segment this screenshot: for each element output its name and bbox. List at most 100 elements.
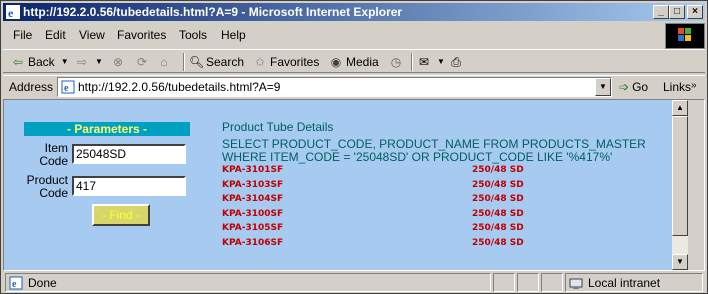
mail-button[interactable]: ✉ ▼: [417, 54, 448, 70]
menu-tools[interactable]: Tools: [179, 28, 207, 42]
home-icon: ⌂: [160, 55, 168, 69]
ie-logo-icon: e: [6, 5, 20, 19]
window-title: http://192.2.0.56/tubedetails.html?A=9 -…: [23, 5, 403, 19]
status-cell-empty-3: [541, 273, 563, 292]
back-button[interactable]: ⇦ Back ▼: [11, 54, 72, 70]
history-button[interactable]: ◷: [389, 54, 403, 70]
product-code-input[interactable]: [72, 176, 186, 196]
result-row: KPA-3101SF 250/48 SD: [222, 164, 562, 179]
toolbar-separator: [183, 53, 185, 71]
search-label: Search: [206, 55, 245, 69]
product-code-cell: KPA-3103SF: [222, 179, 284, 190]
result-row: KPA-3105SF 250/48 SD: [222, 222, 562, 237]
product-code-cell: KPA-3106SF: [222, 237, 284, 248]
chevron-right-icon[interactable]: »: [691, 80, 697, 91]
go-button[interactable]: ➩ Go: [619, 80, 648, 94]
product-code-cell: KPA-3105SF: [222, 223, 284, 233]
web-page: - Parameters - Item Code Product Code - …: [4, 100, 688, 270]
product-name-cell: 250/48 SD: [472, 237, 524, 248]
product-code-cell: KPA-3101SF: [222, 165, 284, 175]
refresh-button[interactable]: ⟳: [135, 54, 149, 70]
status-text: Done: [28, 276, 57, 290]
stop-button[interactable]: ⊗: [111, 54, 125, 70]
star-icon: ✩: [254, 55, 266, 69]
find-label: Find: [109, 208, 133, 222]
content-viewport: - Parameters - Item Code Product Code - …: [3, 99, 705, 271]
menu-favorites[interactable]: Favorites: [117, 28, 166, 42]
results-sql: SELECT PRODUCT_CODE, PRODUCT_NAME FROM P…: [222, 137, 646, 164]
zone-text: Local intranet: [588, 276, 661, 290]
product-name-cell: 250/48 SD: [472, 223, 524, 233]
product-code-label: Product Code: [24, 174, 68, 200]
product-name-cell: 250/48 SD: [472, 194, 524, 204]
toolbar-separator: [411, 53, 413, 71]
links-button[interactable]: Links: [663, 80, 691, 94]
favorites-label: Favorites: [270, 55, 320, 69]
item-code-input[interactable]: [72, 144, 186, 164]
print-icon: ⎙: [451, 55, 461, 69]
search-icon: 🔍︎: [189, 55, 205, 69]
result-row: KPA-3106SF 250/48 SD: [222, 237, 562, 252]
item-code-label-line2: Code: [39, 154, 68, 168]
media-label: Media: [346, 55, 379, 69]
item-code-label: Item Code: [24, 142, 68, 168]
title-bar[interactable]: e http://192.2.0.56/tubedetails.html?A=9…: [3, 3, 705, 21]
parameters-header: - Parameters -: [24, 122, 190, 136]
product-code-cell: KPA-3104SF: [222, 194, 284, 204]
scroll-thumb[interactable]: [672, 116, 688, 236]
result-row: KPA-3100SF 250/48 SD: [222, 208, 562, 223]
find-label-dash-right: -: [132, 208, 141, 222]
forward-arrow-icon: ⇨: [76, 55, 88, 69]
product-name-cell: 250/48 SD: [472, 179, 524, 190]
refresh-icon: ⟳: [136, 55, 148, 69]
svg-text:e: e: [8, 6, 14, 19]
results-list: KPA-3101SF 250/48 SD KPA-3103SF 250/48 SD KP…: [222, 164, 562, 251]
find-button[interactable]: - Find -: [92, 204, 150, 226]
history-icon: ◷: [390, 55, 402, 69]
back-arrow-icon: ⇦: [12, 55, 24, 69]
menu-help[interactable]: Help: [221, 28, 246, 42]
status-cell-empty-1: [493, 273, 515, 292]
page-icon: e: [61, 80, 75, 94]
chevron-down-icon: ▼: [60, 57, 69, 66]
mail-icon: ✉: [418, 55, 430, 69]
result-row: KPA-3103SF 250/48 SD: [222, 179, 562, 194]
stop-icon: ⊗: [112, 55, 124, 69]
close-button[interactable]: ×: [687, 5, 703, 19]
print-button[interactable]: ⎙: [449, 54, 463, 70]
favorites-button[interactable]: ✩ Favorites: [253, 54, 319, 70]
maximize-button[interactable]: □: [669, 5, 685, 19]
chevron-down-icon: ▼: [95, 57, 103, 66]
product-code-cell: KPA-3100SF: [222, 208, 284, 219]
home-button[interactable]: ⌂: [157, 54, 171, 70]
media-icon: ◉: [330, 55, 342, 69]
vertical-scrollbar[interactable]: ▲ ▼: [672, 100, 688, 270]
windows-logo-icon: [665, 23, 705, 49]
product-code-label-line2: Code: [39, 186, 68, 200]
toolbar: ⇦ Back ▼ ⇨ ▼ ⊗ ⟳ ⌂ 🔍︎ Search ✩ Favorites…: [3, 49, 705, 73]
result-row: KPA-3104SF 250/48 SD: [222, 193, 562, 208]
address-label: Address: [9, 80, 54, 94]
menu-edit[interactable]: Edit: [45, 28, 66, 42]
go-label: Go: [632, 80, 649, 94]
address-bar: Address e http://192.2.0.56/tubedetails.…: [3, 75, 705, 97]
scroll-up-icon[interactable]: ▲: [672, 100, 688, 116]
forward-button[interactable]: ⇨ ▼: [75, 54, 106, 70]
address-url: http://192.2.0.56/tubedetails.html?A=9: [78, 80, 281, 94]
menu-bar: File Edit View Favorites Tools Help: [3, 25, 663, 45]
minimize-button[interactable]: _: [653, 5, 669, 19]
address-dropdown-icon[interactable]: ▼: [595, 78, 611, 96]
scroll-down-icon[interactable]: ▼: [672, 254, 688, 270]
product-name-cell: 250/48 SD: [472, 165, 524, 175]
menu-view[interactable]: View: [79, 28, 105, 42]
search-button[interactable]: 🔍︎ Search: [189, 54, 244, 70]
status-zone: Local intranet: [565, 273, 703, 292]
menu-file[interactable]: File: [13, 28, 32, 42]
page-done-icon: e: [9, 276, 23, 290]
media-button[interactable]: ◉ Media: [329, 54, 379, 70]
svg-text:e: e: [64, 83, 69, 94]
status-cell-empty-2: [517, 273, 539, 292]
back-label: Back: [28, 55, 55, 69]
address-input[interactable]: e http://192.2.0.56/tubedetails.html?A=9…: [57, 77, 612, 97]
chevron-down-icon: ▼: [437, 57, 445, 66]
